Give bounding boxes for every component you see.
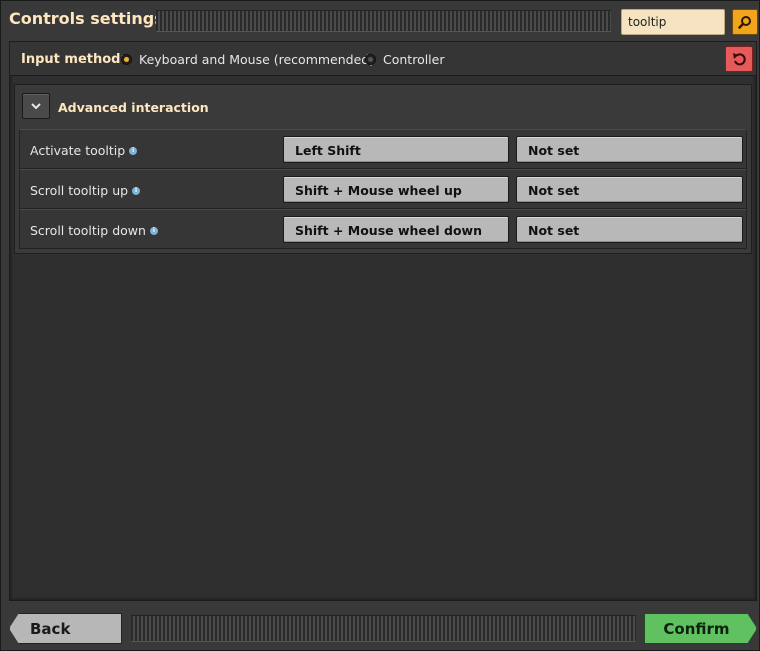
footer-bar: Back Confirm <box>1 606 760 651</box>
info-icon[interactable]: i <box>132 186 141 195</box>
advanced-interaction-section: Advanced interaction Activate tooltip i … <box>14 84 752 254</box>
radio-controller[interactable] <box>365 54 376 65</box>
radio-keyboard-mouse-label[interactable]: Keyboard and Mouse (recommended) <box>139 52 374 67</box>
keybind-label: Scroll tooltip down <box>30 223 146 238</box>
keybind-row-scroll-tooltip-down: Scroll tooltip down i Shift + Mouse whee… <box>19 209 747 249</box>
footer-drag-handle[interactable] <box>131 615 636 642</box>
search-button[interactable] <box>732 9 758 35</box>
magnifier-icon <box>738 16 751 29</box>
confirm-button[interactable]: Confirm <box>644 613 757 644</box>
secondary-binding-button[interactable]: Not set <box>516 136 743 163</box>
secondary-binding-button[interactable]: Not set <box>516 176 743 203</box>
keybind-list: Activate tooltip i Left Shift Not set Sc… <box>19 129 747 249</box>
settings-panel: Input method: Keyboard and Mouse (recomm… <box>9 41 757 601</box>
primary-binding-button[interactable]: Shift + Mouse wheel down <box>283 216 509 243</box>
keybind-row-activate-tooltip: Activate tooltip i Left Shift Not set <box>19 129 747 169</box>
input-method-row: Input method: Keyboard and Mouse (recomm… <box>10 42 756 76</box>
search-input[interactable] <box>621 9 725 35</box>
radio-controller-label[interactable]: Controller <box>383 52 445 67</box>
primary-binding-button[interactable]: Shift + Mouse wheel up <box>283 176 509 203</box>
collapse-button[interactable] <box>22 93 50 119</box>
reset-icon <box>733 53 746 66</box>
keybind-row-scroll-tooltip-up: Scroll tooltip up i Shift + Mouse wheel … <box>19 169 747 209</box>
secondary-binding-button[interactable]: Not set <box>516 216 743 243</box>
primary-binding-button[interactable]: Left Shift <box>283 136 509 163</box>
title-bar: Controls settings <box>1 1 760 41</box>
info-icon[interactable]: i <box>129 146 138 155</box>
window-title: Controls settings <box>9 9 164 28</box>
controls-settings-window: Controls settings Input method: Keyboard… <box>0 0 760 651</box>
radio-keyboard-mouse[interactable] <box>121 54 132 65</box>
info-icon[interactable]: i <box>149 226 158 235</box>
section-title: Advanced interaction <box>58 100 209 115</box>
section-header: Advanced interaction <box>15 85 751 127</box>
chevron-down-icon <box>31 103 41 110</box>
title-drag-handle[interactable] <box>156 10 611 32</box>
input-method-label: Input method: <box>21 52 126 67</box>
reset-button[interactable] <box>725 46 753 72</box>
keybind-label: Activate tooltip <box>30 143 126 158</box>
back-button[interactable]: Back <box>9 613 122 644</box>
keybind-label: Scroll tooltip up <box>30 183 129 198</box>
